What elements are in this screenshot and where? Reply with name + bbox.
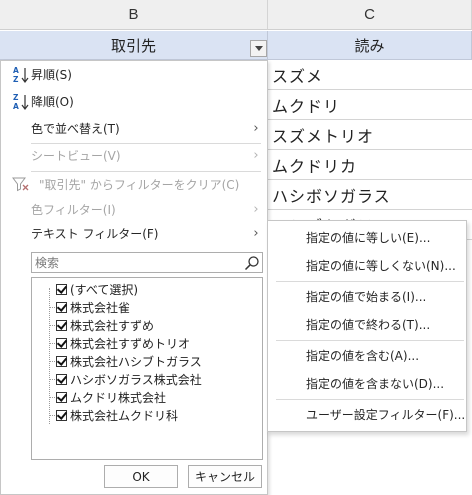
custom-filter-item[interactable]: ユーザー設定フィルター(F)... [268,402,466,426]
filter-begins-with-item[interactable]: 指定の値で始まる(I)... [268,284,466,308]
checkbox-checked-icon[interactable] [56,355,67,367]
cell-b1-header[interactable]: 取引先 [0,31,268,60]
search-icon[interactable] [244,255,260,271]
checkbox-checked-icon[interactable] [56,373,67,385]
clear-filter-icon [12,177,29,192]
filter-list-item[interactable]: 株式会社すずめ [32,316,262,334]
menu-separator [276,281,464,282]
filter-not-equals-item[interactable]: 指定の値に等しくない(N)... [268,253,466,277]
cell-c2[interactable]: スズメ [268,60,472,90]
sheet-view-label: シートビュー(V) [31,148,121,163]
cell-c5[interactable]: ムクドリカ [268,150,472,180]
filter-list-item-label: ハシボソガラス株式会社 [70,372,202,387]
submenu-arrow-icon: › [253,201,259,217]
color-filter-item[interactable]: 色フィルター(I) › [1,197,267,221]
filter-list-item[interactable]: 株式会社ハシブトガラス [32,352,262,370]
text-filter-submenu: 指定の値に等しい(E)... 指定の値に等しくない(N)... 指定の値で始まる… [267,220,467,432]
autofilter-dropdown: A Z 昇順(S) Z A 降順(O) 色で並べ替え(T) › シートビュー(V… [0,60,268,495]
submenu-arrow-icon: › [253,225,259,241]
sort-by-color-item[interactable]: 色で並べ替え(T) › [1,116,267,140]
text-filter-label: テキスト フィルター(F) [31,226,159,241]
filter-list-item-label: 株式会社すずめトリオ [70,336,191,351]
svg-text:A: A [13,102,19,111]
checkbox-checked-icon[interactable] [56,283,67,295]
checkbox-checked-icon[interactable] [56,301,67,313]
checkbox-checked-icon[interactable] [56,337,67,349]
submenu-arrow-icon: › [253,147,259,163]
filter-list-item[interactable]: ハシボソガラス株式会社 [32,370,262,388]
checkbox-checked-icon[interactable] [56,409,67,421]
select-all-item[interactable]: (すべて選択) [32,280,262,298]
filter-search-box [31,252,263,273]
filter-list-item[interactable]: 株式会社雀 [32,298,262,316]
checkbox-checked-icon[interactable] [56,391,67,403]
sort-by-color-label: 色で並べ替え(T) [31,121,120,136]
clear-filter-item[interactable]: "取引先" からフィルターをクリア(C) [1,172,267,196]
svg-text:A: A [13,66,19,75]
filter-list-item-label: 株式会社すずめ [70,318,155,333]
column-c-cells: スズメ ムクドリ スズメトリオ ムクドリカ ハシボソガラス ハシブトガラス [268,60,472,240]
svg-text:Z: Z [13,93,19,102]
filter-list-item-label: ムクドリ株式会社 [70,390,167,405]
filter-equals-item[interactable]: 指定の値に等しい(E)... [268,225,466,249]
filter-contains-item[interactable]: 指定の値を含む(A)... [268,343,466,367]
filter-search-input[interactable] [32,253,237,272]
cancel-button[interactable]: キャンセル [188,465,262,488]
filter-list-item-label: 株式会社ムクドリ科 [70,408,179,423]
menu-separator [276,399,464,400]
ok-button[interactable]: OK [104,465,178,488]
cell-c6[interactable]: ハシボソガラス [268,180,472,210]
filter-dropdown-button[interactable] [250,40,267,57]
column-header-b[interactable]: B [0,0,268,30]
filter-value-list[interactable]: (すべて選択) 株式会社雀 株式会社すずめ 株式会社すずめトリオ 株式会社ハシブ… [31,277,263,460]
menu-separator [276,340,464,341]
cell-c4[interactable]: スズメトリオ [268,120,472,150]
sort-ascending-item[interactable]: A Z 昇順(S) [1,62,267,86]
sheet-view-item[interactable]: シートビュー(V) › [1,143,267,167]
filter-list-item-label: 株式会社ハシブトガラス [70,354,202,369]
filter-list-item[interactable]: ムクドリ株式会社 [32,388,262,406]
filter-not-contains-item[interactable]: 指定の値を含まない(D)... [268,371,466,395]
sort-descending-item[interactable]: Z A 降順(O) [1,89,267,113]
sort-ascending-label: 昇順(S) [31,67,72,82]
cell-c3[interactable]: ムクドリ [268,90,472,120]
text-filter-item[interactable]: テキスト フィルター(F) › [1,221,267,245]
clear-filter-label: "取引先" からフィルターをクリア(C) [39,177,240,192]
filter-list-item[interactable]: 株式会社すずめトリオ [32,334,262,352]
column-header-c[interactable]: C [268,0,472,30]
cell-c1-header[interactable]: 読み [268,31,472,60]
svg-text:Z: Z [13,75,19,84]
filter-list-item[interactable]: 株式会社ムクドリ科 [32,406,262,424]
filter-list-item-label: 株式会社雀 [70,300,131,315]
color-filter-label: 色フィルター(I) [31,202,116,217]
submenu-arrow-icon: › [253,120,259,136]
select-all-label: (すべて選択) [70,282,139,297]
filter-ends-with-item[interactable]: 指定の値で終わる(T)... [268,312,466,336]
checkbox-checked-icon[interactable] [56,319,67,331]
sort-descending-label: 降順(O) [31,94,74,109]
